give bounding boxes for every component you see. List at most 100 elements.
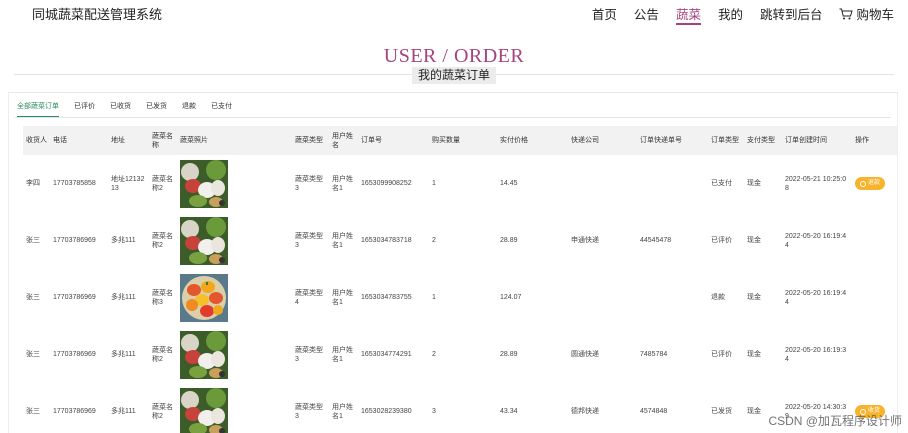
- price-cell: 124.07: [500, 294, 522, 301]
- tab-shipped[interactable]: 已发货: [146, 101, 167, 117]
- top-bar: 同城蔬菜配送管理系统 首页 公告 蔬菜 我的 跳转到后台 购物车: [0, 0, 908, 36]
- user-name-cell: 用户姓名1: [332, 232, 353, 249]
- created-time-cell: 2022-05-20 16:19:44: [785, 289, 847, 306]
- quantity-cell: 2: [432, 237, 436, 244]
- csdn-watermark: CSDN @加瓦程序设计师: [768, 414, 902, 428]
- phone-cell: 17703785858: [53, 180, 96, 187]
- nav-notice[interactable]: 公告: [634, 7, 659, 25]
- nav-cart[interactable]: 购物车: [839, 7, 894, 25]
- order-tabs: 全部蔬菜订单 已评价 已收货 已发货 退款 已支付: [17, 101, 247, 117]
- column-header: 订单类型: [708, 126, 744, 155]
- vegetable-photo-cell: [177, 269, 292, 326]
- column-header: 快递公司: [568, 126, 637, 155]
- vegetable-name-cell: 蔬菜名称3: [152, 289, 173, 306]
- table-row: 张三 17703786969 多兆111 蔬菜名称3 蔬菜类型4 用户姓名1 1653034…: [23, 269, 897, 326]
- order-type-cell: 已支付: [711, 180, 732, 187]
- address-cell: 多兆111: [111, 237, 136, 244]
- refund-button[interactable]: 退款: [855, 177, 886, 190]
- table-row: 李四 17703785858 地址1213213 蔬菜名称2 蔬菜类型3 用户姓名1 165…: [23, 155, 897, 212]
- circle-icon: [860, 180, 866, 187]
- address-cell: 多兆111: [111, 408, 136, 415]
- quantity-cell: 2: [432, 351, 436, 358]
- tab-refund[interactable]: 退款: [182, 101, 196, 117]
- tracking-number-cell: 7485784: [640, 351, 668, 358]
- column-header: 电话: [50, 126, 108, 155]
- column-header: 实付价格: [497, 126, 568, 155]
- action-cell: 退款: [852, 155, 897, 212]
- action-cell: [852, 269, 897, 326]
- column-header: 蔬菜名称: [149, 126, 177, 155]
- column-header: 购买数量: [429, 126, 497, 155]
- user-name-cell: 用户姓名1: [332, 346, 353, 363]
- created-time-cell: 2022-05-21 10:25:08: [785, 175, 847, 192]
- address-cell: 地址1213213: [111, 175, 145, 192]
- phone-cell: 17703786969: [53, 351, 96, 358]
- table-row: 张三 17703786969 多兆111 蔬菜名称2 蔬菜类型3 用户姓名1 1653028…: [23, 383, 897, 433]
- tab-received[interactable]: 已收货: [110, 101, 131, 117]
- nav-home[interactable]: 首页: [592, 7, 617, 25]
- user-name-cell: 用户姓名1: [332, 289, 353, 306]
- tab-all-orders[interactable]: 全部蔬菜订单: [17, 101, 59, 117]
- receiver-cell: 张三: [26, 408, 40, 415]
- vegetable-type-cell: 蔬菜类型3: [295, 346, 323, 363]
- main-nav: 首页 公告 蔬菜 我的 跳转到后台 购物车: [575, 7, 894, 25]
- tracking-number-cell: 4574848: [640, 408, 668, 415]
- nav-vegetables[interactable]: 蔬菜: [675, 7, 701, 25]
- receiver-cell: 张三: [26, 351, 40, 358]
- page-title: USER / ORDER: [383, 45, 525, 67]
- tab-paid[interactable]: 已支付: [211, 101, 232, 117]
- order-number-cell: 1653034774291: [361, 351, 412, 358]
- action-button-label: 退款: [868, 180, 881, 186]
- tabs-divider: [15, 117, 891, 118]
- order-number-cell: 1653034783718: [361, 237, 412, 244]
- vegetable-type-cell: 蔬菜类型3: [295, 403, 323, 420]
- user-name-cell: 用户姓名1: [332, 403, 353, 420]
- vegetable-photo-cell: [177, 155, 292, 212]
- column-header: 蔬菜类型: [292, 126, 329, 155]
- receiver-cell: 张三: [26, 237, 40, 244]
- vegetable-name-cell: 蔬菜名称2: [152, 346, 173, 363]
- phone-cell: 17703786969: [53, 237, 96, 244]
- nav-mine[interactable]: 我的: [718, 7, 743, 25]
- column-header: 订单号: [358, 126, 429, 155]
- vegetable-name-cell: 蔬菜名称2: [152, 175, 173, 192]
- tracking-number-cell: 44545478: [640, 237, 672, 244]
- vegetable-name-cell: 蔬菜名称2: [152, 232, 173, 249]
- column-header: 地址: [108, 126, 149, 155]
- tab-reviewed[interactable]: 已评价: [74, 101, 95, 117]
- vegetable-photo-cell: [177, 383, 292, 433]
- order-type-cell: 退款: [711, 294, 725, 301]
- column-header: 收货人: [23, 126, 50, 155]
- vegetable-type-cell: 蔬菜类型4: [295, 289, 323, 306]
- payment-type-cell: 现金: [747, 351, 761, 358]
- payment-type-cell: 现金: [747, 294, 761, 301]
- receiver-cell: 李四: [26, 180, 40, 187]
- nav-admin[interactable]: 跳转到后台: [760, 7, 823, 25]
- vegetable-name-cell: 蔬菜名称2: [152, 403, 173, 420]
- quantity-cell: 1: [432, 294, 436, 301]
- column-header: 操作: [852, 126, 897, 155]
- price-cell: 14.45: [500, 180, 518, 187]
- cart-icon: [839, 8, 854, 20]
- price-cell: 28.89: [500, 237, 518, 244]
- action-cell: [852, 212, 897, 269]
- column-header: 用户姓名: [329, 126, 358, 155]
- vegetable-photo-cell: [177, 326, 292, 383]
- quantity-cell: 3: [432, 408, 436, 415]
- pepper-photo: [180, 273, 228, 322]
- courier-cell: [568, 269, 637, 326]
- courier-cell: 申通快递: [571, 237, 599, 244]
- tracking-number-cell: [637, 155, 708, 212]
- price-cell: 43.34: [500, 408, 518, 415]
- created-time-cell: 2022-05-20 16:19:34: [785, 346, 847, 363]
- order-type-cell: 已评价: [711, 351, 732, 358]
- action-cell: [852, 326, 897, 383]
- site-title: 同城蔬菜配送管理系统: [32, 7, 163, 22]
- order-type-cell: 已评价: [711, 237, 732, 244]
- order-type-cell: 已发货: [711, 408, 732, 415]
- user-name-cell: 用户姓名1: [332, 175, 353, 192]
- courier-cell: 圆通快递: [571, 351, 599, 358]
- order-number-cell: 1653028239380: [361, 408, 412, 415]
- payment-type-cell: 现金: [747, 237, 761, 244]
- order-table: 收货人 电话 地址 蔬菜名称 蔬菜照片 蔬菜类型 用户姓名 订单号 购买数量 实付价格 快递公司 订单…: [23, 126, 897, 433]
